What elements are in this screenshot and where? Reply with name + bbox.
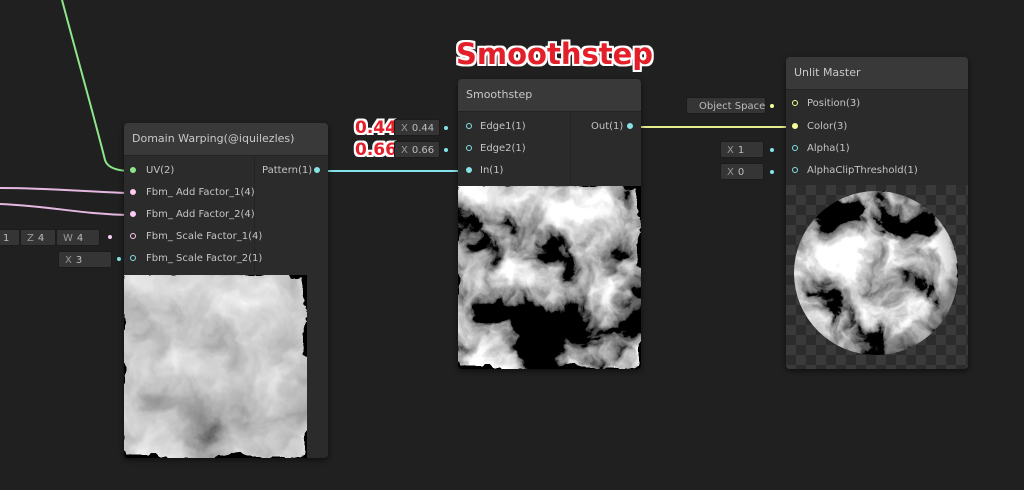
annotation-title: Smoothstep <box>456 37 654 71</box>
master-preview <box>786 185 968 369</box>
port-dot-icon <box>130 189 136 195</box>
input-port-in[interactable]: In(1) <box>458 160 503 182</box>
port-dot-icon <box>792 167 798 173</box>
annotation-edge2-value: 0.66 <box>355 140 397 160</box>
input-port-scale-factor-2[interactable]: Fbm_ Scale Factor_2(1) <box>124 248 262 270</box>
noise-preview-image <box>458 186 641 369</box>
edge1-field[interactable]: X 0.44 <box>394 119 440 136</box>
domain-warping-node[interactable]: Domain Warping(@iquilezles) UV(2) Fbm_ A… <box>124 123 328 458</box>
smoothstep-preview <box>458 186 641 369</box>
port-dot-icon <box>627 123 633 129</box>
alpha-field[interactable]: X1 <box>720 141 764 158</box>
edge1-connector <box>444 126 448 130</box>
output-port-pattern[interactable]: Pattern(1) <box>262 160 320 182</box>
alpha-connector <box>770 148 774 152</box>
port-dot-icon <box>792 123 798 129</box>
position-space-dropdown[interactable]: Object Space <box>686 97 766 114</box>
input-port-add-factor-1[interactable]: Fbm_ Add Factor_1(4) <box>124 182 255 204</box>
uv-wire <box>61 0 129 172</box>
node-title[interactable]: Unlit Master <box>786 57 968 90</box>
input-port-add-factor-2[interactable]: Fbm_ Add Factor_2(4) <box>124 204 255 226</box>
annotation-edge1-value: 0.44 <box>355 118 397 138</box>
input-port-color[interactable]: Color(3) <box>786 116 847 138</box>
port-divider <box>570 112 571 184</box>
smoothstep-node[interactable]: Smoothstep Edge1(1) Edge2(1) In(1) Out(1… <box>458 79 641 369</box>
port-dot-icon <box>792 145 798 151</box>
domain-warping-preview <box>124 275 307 458</box>
scale-factor-1-field-w[interactable]: W4 <box>56 229 100 246</box>
input-port-edge2[interactable]: Edge2(1) <box>458 138 526 160</box>
port-dot-icon <box>314 167 320 173</box>
port-dot-icon <box>792 100 798 106</box>
add-factor-2-wire <box>0 203 129 216</box>
port-dot-icon <box>130 233 136 239</box>
scale-factor-2-connector <box>117 257 121 261</box>
noise-preview-image <box>124 275 307 458</box>
position-connector <box>770 104 774 108</box>
alpha-clip-connector <box>770 170 774 174</box>
node-title[interactable]: Domain Warping(@iquilezles) <box>124 123 328 156</box>
edge2-field[interactable]: X 0.66 <box>394 141 440 158</box>
port-dot-icon <box>466 145 472 151</box>
node-title[interactable]: Smoothstep <box>458 79 641 112</box>
add-factor-1-wire <box>0 187 129 194</box>
port-dot-icon <box>130 255 136 261</box>
input-port-position[interactable]: Position(3) <box>786 93 860 115</box>
unlit-master-node[interactable]: Unlit Master Position(3) Color(3) Alpha(… <box>786 57 968 369</box>
input-port-edge1[interactable]: Edge1(1) <box>458 116 526 138</box>
input-port-alpha-clip-threshold[interactable]: AlphaClipThreshold(1) <box>786 160 918 182</box>
port-dot-icon <box>466 167 472 173</box>
sphere-preview-image <box>786 185 968 369</box>
alpha-clip-field[interactable]: X0 <box>720 163 764 180</box>
port-dot-icon <box>466 123 472 129</box>
scale-factor-1-field-y[interactable]: 1 <box>0 229 20 246</box>
scale-factor-2-field[interactable]: X3 <box>58 251 112 268</box>
port-dot-icon <box>130 167 136 173</box>
input-port-scale-factor-1[interactable]: Fbm_ Scale Factor_1(4) <box>124 226 262 248</box>
output-port-out[interactable]: Out(1) <box>591 116 633 138</box>
input-port-uv[interactable]: UV(2) <box>124 160 174 182</box>
scale-factor-1-connector <box>108 235 112 239</box>
edge2-connector <box>444 148 448 152</box>
port-dot-icon <box>130 211 136 217</box>
scale-factor-1-field-z[interactable]: Z4 <box>20 229 56 246</box>
input-port-alpha[interactable]: Alpha(1) <box>786 138 850 160</box>
